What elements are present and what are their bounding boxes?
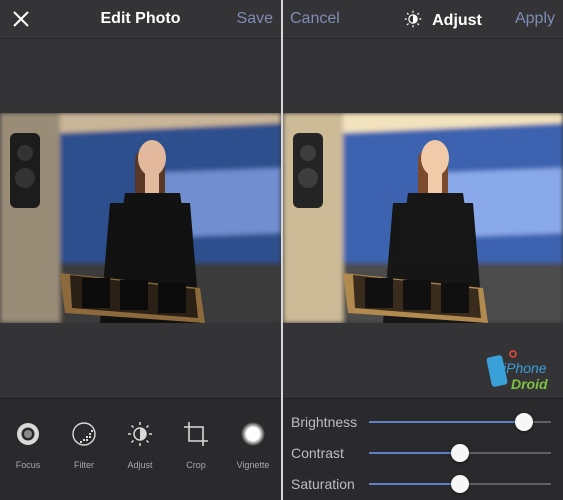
save-button[interactable]: Save: [237, 10, 273, 28]
brightness-row: Brightness: [283, 411, 563, 433]
tool-label: Crop: [186, 460, 206, 470]
tool-focus[interactable]: Focus: [0, 421, 56, 470]
photo-preview: [0, 113, 281, 323]
svg-text:iPhone: iPhone: [503, 360, 547, 376]
contrast-row: Contrast: [283, 442, 563, 464]
apply-button[interactable]: Apply: [515, 10, 555, 28]
saturation-slider[interactable]: [369, 475, 551, 493]
slider-thumb[interactable]: [451, 475, 469, 493]
vignette-icon: [241, 422, 265, 446]
tool-crop[interactable]: Crop: [168, 421, 224, 470]
contrast-slider[interactable]: [369, 444, 551, 462]
slider-thumb[interactable]: [451, 444, 469, 462]
slider-fill: [369, 452, 460, 454]
photo-preview-adjusted: [283, 113, 563, 323]
slider-fill: [369, 483, 460, 485]
tool-adjust[interactable]: Adjust: [112, 421, 168, 470]
adjust-icon: [404, 10, 422, 28]
focus-icon: [17, 423, 39, 445]
adjust-sliders-panel: Brightness Contrast Saturation: [283, 398, 563, 500]
tool-label: Focus: [15, 460, 41, 470]
adjust-icon: [128, 422, 152, 446]
adjust-screen: Cancel Adjust Apply iPhone Droid Brightn…: [283, 0, 563, 500]
slider-label: Contrast: [291, 445, 344, 461]
iphone-droid-watermark-logo: iPhone Droid: [486, 350, 548, 392]
edit-photo-nav-bar: Edit Photo Save: [0, 0, 281, 39]
title-text: Adjust: [432, 12, 482, 29]
svg-text:Droid: Droid: [511, 376, 548, 392]
brightness-slider[interactable]: [369, 413, 551, 431]
filter-icon: [72, 422, 96, 446]
tool-label: Filter: [74, 460, 94, 470]
edit-photo-screen: Edit Photo Save Focus Filter Adjust Crop…: [0, 0, 281, 500]
tool-vignette[interactable]: Vignette: [225, 421, 281, 470]
slider-fill: [369, 421, 524, 423]
tool-label: Vignette: [236, 460, 270, 470]
slider-label: Saturation: [291, 476, 355, 492]
slider-label: Brightness: [291, 414, 358, 430]
saturation-row: Saturation: [283, 473, 563, 495]
edit-tools-toolbar: Focus Filter Adjust Crop Vignette: [0, 398, 281, 500]
tool-label: Adjust: [127, 460, 153, 470]
crop-icon: [184, 422, 208, 446]
slider-thumb[interactable]: [514, 413, 533, 431]
tool-filter[interactable]: Filter: [56, 421, 112, 470]
adjust-nav-bar: Cancel Adjust Apply: [283, 0, 563, 39]
